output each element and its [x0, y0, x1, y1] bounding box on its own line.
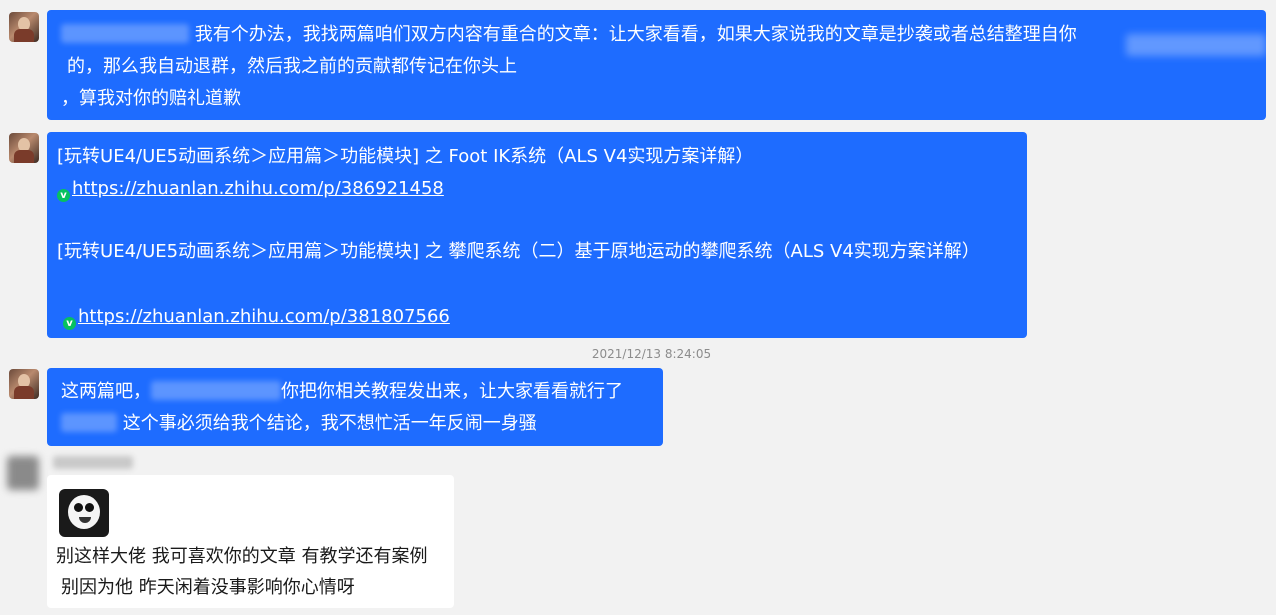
message-text: 别因为他 昨天闲着没事影响你心情呀 [61, 577, 355, 598]
sender-avatar[interactable] [9, 12, 39, 42]
panda-meme-sticker[interactable] [59, 489, 109, 537]
redacted-name [61, 413, 117, 432]
message-timestamp: 2021/12/13 8:24:05 [591, 347, 712, 361]
wechat-link-icon: v [57, 189, 70, 202]
redacted-name [1126, 34, 1266, 56]
message-bubble: 我有个办法，我找两篇咱们双方内容有重合的文章：让大家看看，如果大家说我的文章是抄… [47, 10, 1266, 120]
redacted-sender-name [53, 456, 133, 469]
article-title: [玩转UE4/UE5动画系统＞应用篇＞功能模块] 之 Foot IK系统（ALS… [57, 146, 754, 167]
message-text: 这两篇吧， [61, 381, 151, 402]
article-link[interactable]: https://zhuanlan.zhihu.com/p/381807566 [78, 306, 450, 327]
message-text: ，算我对你的赔礼道歉 [61, 88, 241, 109]
message-text: 的，那么我自动退群，然后我之前的贡献都传记在你头上 [67, 56, 517, 77]
sender-avatar[interactable] [7, 456, 39, 490]
message-bubble: 别这样大佬 我可喜欢你的文章 有教学还有案例 别因为他 昨天闲着没事影响你心情呀 [47, 475, 454, 608]
wechat-link-icon: v [63, 317, 76, 330]
sender-avatar[interactable] [9, 133, 39, 163]
message-text: 别这样大佬 我可喜欢你的文章 有教学还有案例 [56, 546, 428, 567]
message-text: 我有个办法，我找两篇咱们双方内容有重合的文章：让大家看看，如果大家说我的文章是抄… [194, 24, 1077, 45]
message-text: 你把你相关教程发出来，让大家看看就行了 [281, 381, 623, 402]
message-bubble: [玩转UE4/UE5动画系统＞应用篇＞功能模块] 之 Foot IK系统（ALS… [47, 132, 1027, 338]
message-text: 这个事必须给我个结论，我不想忙活一年反闹一身骚 [122, 413, 537, 434]
sender-avatar[interactable] [9, 369, 39, 399]
message-bubble: 这两篇吧， 你把你相关教程发出来，让大家看看就行了 这个事必须给我个结论，我不想忙… [47, 368, 663, 446]
article-link[interactable]: https://zhuanlan.zhihu.com/p/386921458 [72, 178, 444, 199]
article-title: [玩转UE4/UE5动画系统＞应用篇＞功能模块] 之 攀爬系统（二）基于原地运动… [57, 241, 980, 262]
redacted-name [61, 24, 189, 43]
redacted-name [151, 381, 281, 400]
